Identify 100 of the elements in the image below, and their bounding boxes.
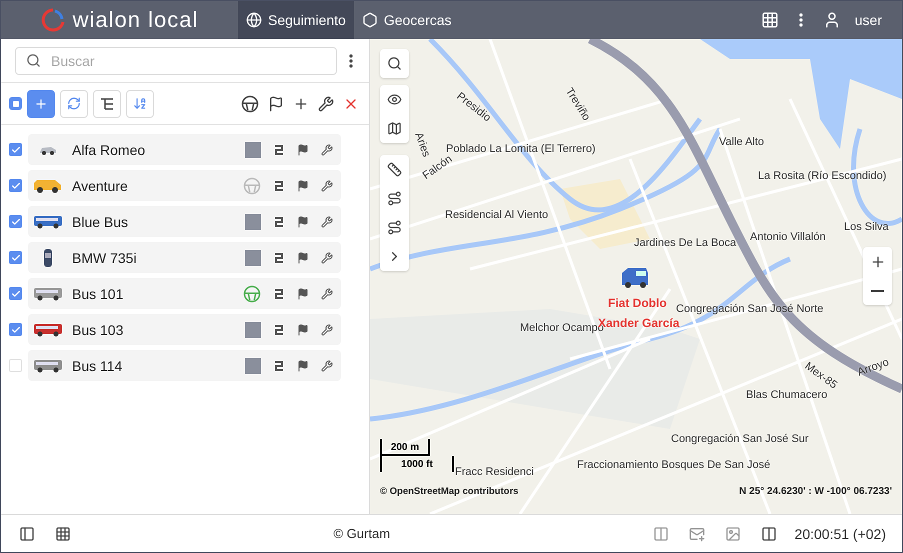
select-all-checkbox[interactable]	[9, 97, 22, 110]
place-label: Fraccionamiento Bosques De San José	[577, 459, 770, 471]
tree-view-button[interactable]	[93, 90, 121, 118]
place-label: Poblado La Lomita (El Terrero)	[446, 143, 596, 155]
unit-name: Bus 103	[72, 322, 124, 338]
steering-wheel-icon	[243, 284, 261, 302]
menu-icon	[798, 13, 803, 27]
trailer-icon	[273, 180, 285, 192]
trailer-icon	[273, 288, 285, 300]
place-label: Congregación San José Norte	[676, 303, 824, 315]
columns-icon	[760, 526, 777, 542]
wrench-icon	[321, 144, 333, 156]
unit-checkbox[interactable]	[9, 251, 22, 264]
place-label: Valle Alto	[719, 136, 764, 148]
unit-name: Aventure	[72, 178, 129, 194]
hexagon-icon	[362, 12, 378, 28]
map-icon	[387, 121, 402, 136]
tree-icon	[100, 98, 114, 110]
flag-icon	[297, 288, 309, 300]
place-label: Congregación San José Sur	[671, 433, 809, 445]
unit-checkbox[interactable]	[9, 323, 22, 336]
unit-row[interactable]: Blue Bus	[28, 206, 341, 237]
wrench-icon	[321, 180, 333, 192]
unit-checkbox[interactable]	[9, 215, 22, 228]
trailer-icon	[273, 324, 285, 336]
unit-row[interactable]: Bus 114	[28, 350, 341, 381]
flag-icon	[297, 252, 309, 264]
trailer-icon	[273, 216, 285, 228]
refresh-icon	[67, 96, 81, 111]
grid-icon	[55, 526, 71, 542]
menu-icon	[349, 54, 353, 68]
check-icon	[10, 180, 20, 190]
check-icon	[10, 252, 20, 262]
image-icon	[724, 526, 741, 542]
scale-bar: 200 m	[380, 439, 430, 456]
minus-icon	[871, 290, 884, 292]
unit-checkbox[interactable]	[9, 143, 22, 156]
add-button[interactable]	[27, 90, 55, 118]
flag-icon	[297, 216, 309, 228]
unit-row[interactable]: Aventure	[28, 170, 341, 201]
flag-icon	[297, 324, 309, 336]
refresh-button[interactable]	[60, 90, 88, 118]
unit-checkbox[interactable]	[9, 287, 22, 300]
trailer-icon	[273, 360, 285, 372]
ruler-icon	[387, 162, 402, 177]
unit-row[interactable]: Alfa Romeo	[28, 134, 341, 165]
unit-name: Alfa Romeo	[72, 142, 146, 158]
place-label: Los Silva	[844, 221, 889, 233]
sort-button[interactable]	[126, 90, 154, 118]
nav-tab[interactable]: Geocercas	[354, 1, 460, 39]
check-icon	[10, 324, 20, 334]
place-label: Arroyo	[856, 356, 890, 379]
wrench-icon	[321, 252, 333, 264]
unit-row[interactable]: BMW 735i	[28, 242, 341, 273]
place-label: Antonio Villalón	[750, 231, 826, 243]
unit-checkbox[interactable]	[9, 179, 22, 192]
logo-text: wialon local	[72, 7, 198, 33]
plus-icon	[293, 96, 309, 112]
scale-bar: 1000 ft	[380, 456, 454, 472]
route-icon	[387, 220, 402, 235]
unit-name: Bus 101	[72, 286, 124, 302]
place-label: La Rosita (Río Escondido)	[758, 170, 886, 182]
wrench-icon	[321, 360, 333, 372]
more-menu-button[interactable]	[347, 52, 355, 70]
search-field[interactable]: Buscar	[15, 46, 337, 74]
unit-checkbox[interactable]	[9, 359, 22, 372]
clock-time: 20:00:51 (+02)	[794, 526, 886, 542]
place-label: Fracc Residenci	[455, 466, 534, 478]
sort-icon	[133, 96, 147, 111]
check-icon	[10, 144, 20, 154]
steering-wheel-icon	[241, 94, 259, 112]
search-icon	[26, 53, 41, 68]
wrench-icon	[321, 216, 333, 228]
place-label: Blas Chumacero	[746, 389, 828, 401]
panel-icon	[652, 526, 669, 542]
steering-wheel-icon	[243, 176, 261, 194]
user-name[interactable]: user	[850, 1, 902, 39]
check-icon	[10, 216, 20, 226]
eye-icon	[387, 92, 402, 107]
wrench-icon	[318, 96, 334, 112]
wrench-icon	[321, 324, 333, 336]
wrench-button[interactable]	[316, 94, 336, 114]
flag-icon	[297, 144, 309, 156]
flag-icon	[268, 96, 284, 112]
place-label: Jardines De La Boca	[634, 237, 736, 249]
panel-icon	[19, 526, 35, 542]
van-icon	[620, 267, 650, 289]
mail-icon	[688, 526, 705, 542]
copyright-text: © Gurtam	[332, 526, 392, 541]
trailer-icon	[273, 252, 285, 264]
nav-tab[interactable]: Seguimiento	[238, 1, 354, 39]
place-label: Residencial Al Viento	[445, 209, 548, 221]
wrench-icon	[321, 288, 333, 300]
grid-icon	[760, 11, 779, 29]
map-attribution: © OpenStreetMap contributors	[380, 486, 518, 497]
plus-icon	[870, 254, 886, 270]
unit-row[interactable]: Bus 101	[28, 278, 341, 309]
flag-icon	[297, 180, 309, 192]
unit-name: Blue Bus	[72, 214, 130, 230]
unit-row[interactable]: Bus 103	[28, 314, 341, 345]
